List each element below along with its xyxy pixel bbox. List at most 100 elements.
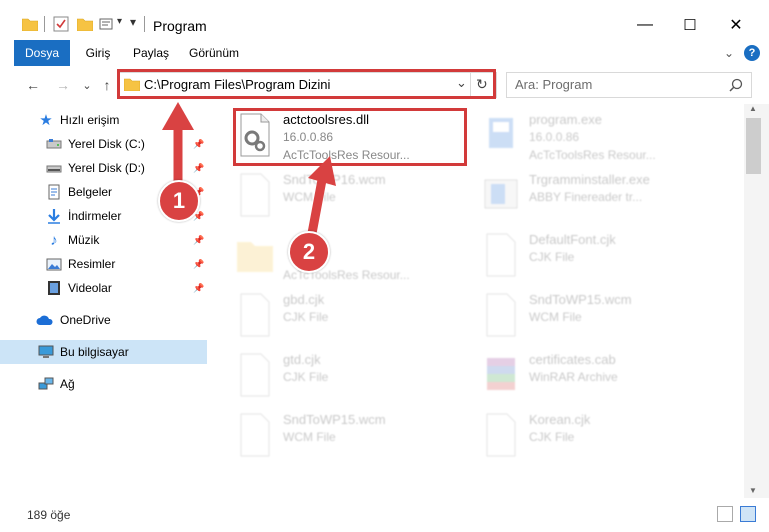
recent-locations-button[interactable]: ⌄ xyxy=(76,74,98,96)
scroll-up-icon[interactable]: ▲ xyxy=(749,104,757,113)
ribbon-collapse-icon[interactable]: ⌄ xyxy=(722,40,736,66)
sidebar-item-music[interactable]: ♪ Müzik 📌 xyxy=(0,228,207,252)
documents-icon xyxy=(48,184,60,200)
sidebar-item-label: Resimler xyxy=(68,257,116,271)
file-version: 16.0.0.86 xyxy=(529,130,580,144)
file-name: SndToWP16.wcm xyxy=(283,172,386,187)
vertical-scrollbar[interactable]: ▲ ▼ xyxy=(744,104,769,498)
list-item-sndtowp15-wcm[interactable]: SndToWP15.wcm WCM File xyxy=(481,290,731,348)
folder-icon xyxy=(124,78,140,91)
file-type: CJK File xyxy=(529,430,575,444)
list-item-folder[interactable]: AcTcToolsRes Resour... xyxy=(235,230,485,288)
pin-icon: 📌 xyxy=(193,162,205,173)
list-item-gtd-cjk[interactable]: gtd.cjk CJK File xyxy=(235,350,485,408)
rename-icon[interactable] xyxy=(99,17,115,31)
file-name: certificates.cab xyxy=(529,352,616,367)
file-icon xyxy=(486,233,516,277)
sidebar-item-label: Yerel Disk (D:) xyxy=(68,161,145,175)
sidebar-item-this-pc[interactable]: Bu bilgisayar xyxy=(0,340,207,364)
address-bar[interactable]: C:\Program Files\Program Dizini ⌄ ↻ xyxy=(117,72,497,98)
folder-icon xyxy=(237,242,273,272)
search-icon[interactable] xyxy=(729,78,743,92)
sidebar-item-network[interactable]: Ağ xyxy=(0,372,207,396)
file-name: gtd.cjk xyxy=(283,352,321,367)
step-2-badge: 2 xyxy=(288,231,330,273)
dll-gear-icon xyxy=(240,113,270,157)
file-name: SndToWP15.wcm xyxy=(529,292,632,307)
list-item-certificates-cab[interactable]: certificates.cab WinRAR Archive xyxy=(481,350,731,408)
list-item-gbd-cjk[interactable]: gbd.cjk CJK File xyxy=(235,290,485,348)
file-name: program.exe xyxy=(529,112,602,127)
step-1-badge: 1 xyxy=(158,180,200,222)
scroll-down-icon[interactable]: ▼ xyxy=(749,486,757,495)
separator xyxy=(144,16,145,32)
scrollbar-thumb[interactable] xyxy=(746,118,761,174)
minimize-button[interactable]: — xyxy=(625,10,665,40)
sidebar-item-videos[interactable]: Videolar 📌 xyxy=(0,276,207,300)
file-icon xyxy=(240,353,270,397)
file-type: CJK File xyxy=(529,250,575,264)
sidebar-item-disk-d[interactable]: Yerel Disk (D:) 📌 xyxy=(0,156,207,180)
downloads-icon xyxy=(48,209,60,224)
installer-icon xyxy=(484,179,518,209)
list-item-defaultfont-cjk[interactable]: DefaultFont.cjk CJK File xyxy=(481,230,731,288)
list-item-actctoolsres-dll[interactable]: actctoolsres.dll 16.0.0.86 AcTcToolsRes … xyxy=(235,110,485,168)
new-folder-icon[interactable] xyxy=(77,17,93,31)
details-view-icon[interactable] xyxy=(717,506,733,522)
file-description: AcTcToolsRes Resour... xyxy=(283,148,410,162)
file-list: actctoolsres.dll 16.0.0.86 AcTcToolsRes … xyxy=(209,104,744,498)
file-type: CJK File xyxy=(283,310,329,324)
customize-toolbar-icon[interactable]: ▾ xyxy=(130,15,136,31)
separator xyxy=(44,16,45,32)
sidebar-item-label: Müzik xyxy=(68,233,100,247)
help-icon[interactable]: ? xyxy=(744,45,760,61)
list-item-sndtowp15-wcm-2[interactable]: SndToWP15.wcm WCM File xyxy=(235,410,485,468)
quick-access-dropdown-icon[interactable]: ▾ xyxy=(117,16,122,32)
up-button[interactable]: ↑ xyxy=(96,74,118,96)
pin-icon: 📌 xyxy=(193,234,205,245)
search-box[interactable]: Ara: Program xyxy=(506,72,752,98)
file-name: gbd.cjk xyxy=(283,292,325,307)
exe-icon xyxy=(489,118,513,148)
file-type: WinRAR Archive xyxy=(529,370,618,384)
sidebar-item-onedrive[interactable]: OneDrive xyxy=(0,308,207,332)
title-bar: ▾ ▾ Program — ☐ ✕ xyxy=(0,0,769,41)
file-icon xyxy=(240,173,270,217)
address-path[interactable]: C:\Program Files\Program Dizini xyxy=(144,77,330,92)
drive-icon xyxy=(46,165,62,173)
archive-icon xyxy=(487,358,515,390)
large-icons-view-icon[interactable] xyxy=(740,506,756,522)
drive-icon xyxy=(46,139,62,149)
folder-icon xyxy=(22,18,38,31)
list-item-program-exe[interactable]: program.exe 16.0.0.86 AcTcToolsRes Resou… xyxy=(481,110,731,168)
sidebar-item-quick-access[interactable]: ★ Hızlı erişim xyxy=(0,108,207,132)
navigation-pane: ★ Hızlı erişim Yerel Disk (C:) 📌 Yerel D… xyxy=(0,104,208,498)
properties-icon[interactable] xyxy=(53,16,69,32)
list-item-sndtowp16-wcm[interactable]: SndToWP16.wcm WCM File xyxy=(235,170,485,228)
sidebar-item-pictures[interactable]: Resimler 📌 xyxy=(0,252,207,276)
list-item-installer-exe[interactable]: Trgramminstaller.exe ABBY Finereader tr.… xyxy=(481,170,731,228)
tab-file[interactable]: Dosya xyxy=(14,40,70,66)
file-name: Trgramminstaller.exe xyxy=(529,172,650,187)
sidebar-item-label: Videolar xyxy=(68,281,112,295)
file-type: WCM File xyxy=(283,190,336,204)
maximize-button[interactable]: ☐ xyxy=(670,10,710,40)
search-input[interactable]: Ara: Program xyxy=(515,77,592,92)
back-button[interactable]: ← xyxy=(22,74,44,96)
tab-share[interactable]: Paylaş xyxy=(128,40,174,66)
sidebar-item-label: Hızlı erişim xyxy=(60,113,120,127)
pin-icon: 📌 xyxy=(193,138,205,149)
file-type: WCM File xyxy=(283,430,336,444)
file-version: 16.0.0.86 xyxy=(283,130,334,144)
close-button[interactable]: ✕ xyxy=(716,10,756,40)
sidebar-item-disk-c[interactable]: Yerel Disk (C:) 📌 xyxy=(0,132,207,156)
star-icon: ★ xyxy=(39,112,53,129)
status-bar: 189 öğe xyxy=(0,498,769,532)
tab-view[interactable]: Görünüm xyxy=(186,40,242,66)
address-dropdown-icon[interactable]: ⌄ xyxy=(456,75,467,91)
refresh-icon[interactable]: ↻ xyxy=(476,76,488,93)
list-item-korean-cjk[interactable]: Korean.cjk CJK File xyxy=(481,410,731,468)
file-name: DefaultFont.cjk xyxy=(529,232,616,247)
tab-home[interactable]: Giriş xyxy=(78,40,118,66)
forward-button[interactable]: → xyxy=(52,74,74,96)
